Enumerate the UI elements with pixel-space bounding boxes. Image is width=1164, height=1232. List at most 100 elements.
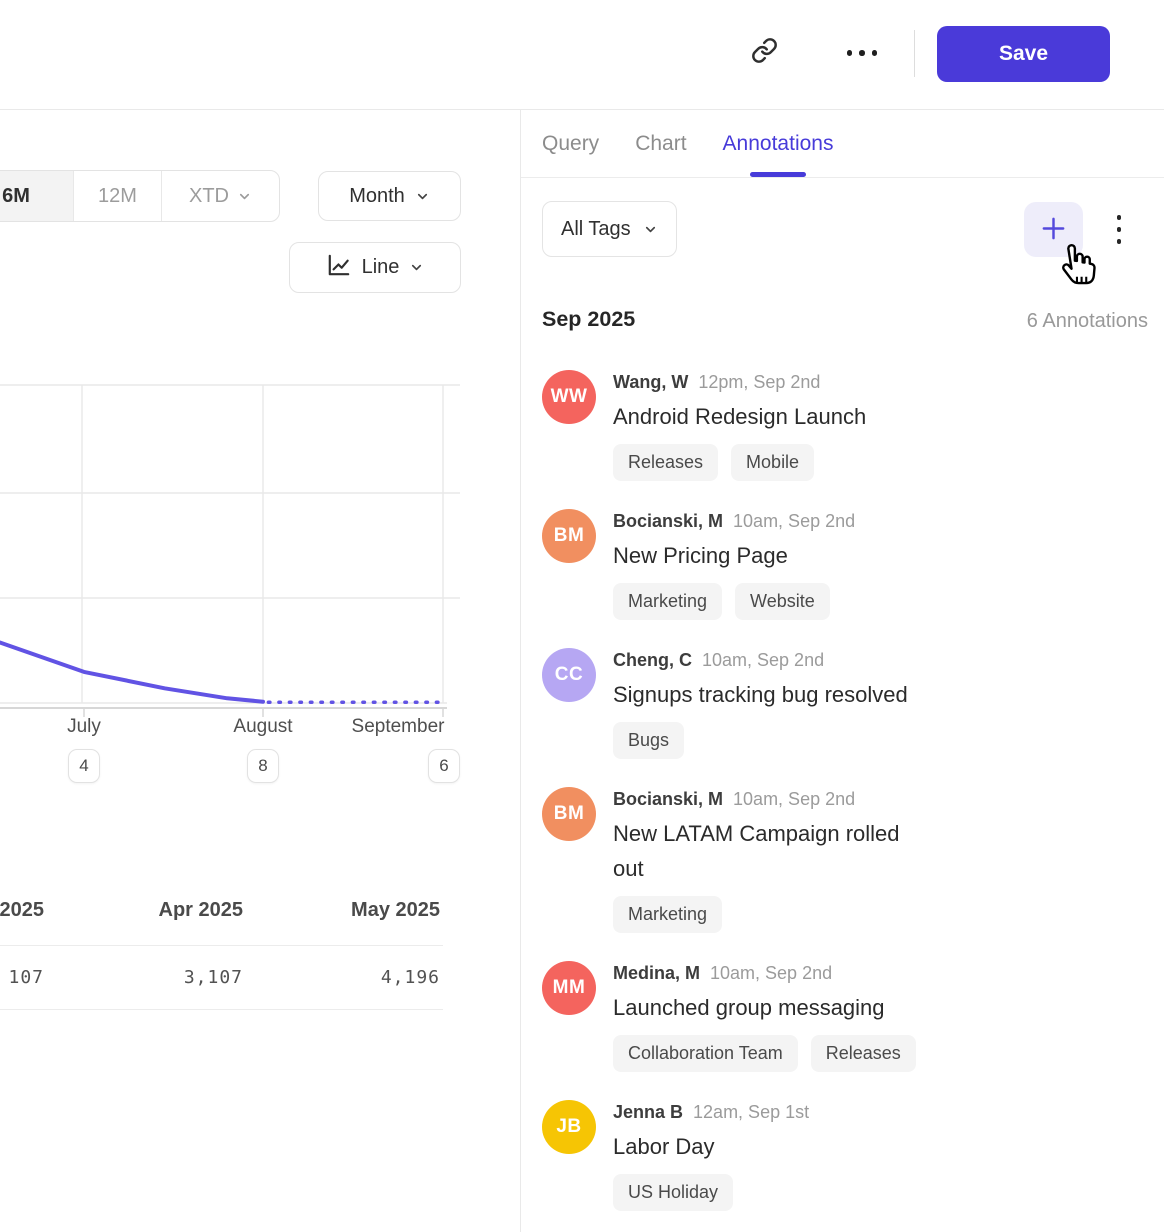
x-tick-september: September bbox=[352, 716, 445, 738]
add-annotation-button[interactable] bbox=[1024, 202, 1083, 257]
series-line-solid bbox=[0, 643, 263, 702]
annotation-author: Bocianski, M bbox=[613, 510, 723, 532]
tab-annotations-label: Annotations bbox=[723, 132, 834, 156]
annotation-count-badge-august[interactable]: 8 bbox=[247, 749, 279, 783]
more-options-button[interactable] bbox=[838, 40, 886, 66]
link-icon bbox=[751, 37, 778, 67]
annotation-title: Labor Day bbox=[613, 1129, 809, 1164]
plus-icon bbox=[1038, 213, 1069, 247]
annotation-tags: US Holiday bbox=[613, 1174, 809, 1211]
results-value: 4,196 bbox=[243, 967, 443, 988]
results-table: 2025 Apr 2025 May 2025 107 3,107 4,196 bbox=[0, 876, 443, 1010]
avatar: BM bbox=[542, 787, 596, 841]
top-bar: Save bbox=[0, 0, 1164, 110]
copy-link-button[interactable] bbox=[745, 33, 783, 71]
results-table-value-row: 107 3,107 4,196 bbox=[0, 946, 443, 1010]
tab-chart-label: Chart bbox=[635, 132, 686, 156]
avatar: WW bbox=[542, 370, 596, 424]
results-table-header-row: 2025 Apr 2025 May 2025 bbox=[0, 876, 443, 946]
tag-chip: Marketing bbox=[613, 583, 722, 620]
annotation-title: New Pricing Page bbox=[613, 538, 855, 573]
annotations-panel: Query Chart Annotations All Tags Sep 202… bbox=[520, 110, 1164, 1232]
avatar: MM bbox=[542, 961, 596, 1015]
annotation-author: Jenna B bbox=[613, 1101, 683, 1123]
tag-chip: US Holiday bbox=[613, 1174, 733, 1211]
panel-menu-button[interactable] bbox=[1106, 202, 1132, 257]
tab-query-label: Query bbox=[542, 132, 599, 156]
annotation-title: Android Redesign Launch bbox=[613, 399, 866, 434]
annotation-timestamp: 10am, Sep 2nd bbox=[710, 962, 832, 984]
date-range-group: 6M 12M XTD bbox=[0, 170, 280, 222]
annotation-author: Cheng, C bbox=[613, 649, 692, 671]
tab-query[interactable]: Query bbox=[542, 110, 599, 177]
annotation-author: Medina, M bbox=[613, 962, 700, 984]
annotation-item[interactable]: MM Medina, M 10am, Sep 2nd Launched group… bbox=[542, 961, 1154, 1072]
topbar-divider bbox=[914, 30, 915, 77]
chevron-down-icon bbox=[643, 222, 658, 237]
tag-chip: Mobile bbox=[731, 444, 814, 481]
avatar: CC bbox=[542, 648, 596, 702]
tag-chip: Releases bbox=[811, 1035, 916, 1072]
results-col-header: 2025 bbox=[0, 899, 44, 922]
x-tick-july: July bbox=[67, 716, 101, 738]
avatar: JB bbox=[542, 1100, 596, 1154]
tag-chip: Marketing bbox=[613, 896, 722, 933]
annotation-title: New LATAM Campaign rolled out bbox=[613, 816, 925, 886]
tag-filter-dropdown[interactable]: All Tags bbox=[542, 201, 677, 257]
avatar-initials: BM bbox=[554, 525, 585, 547]
trend-chart bbox=[0, 380, 470, 725]
annotation-tags: Bugs bbox=[613, 722, 908, 759]
kebab-icon bbox=[1117, 215, 1122, 220]
annotation-timestamp: 12pm, Sep 2nd bbox=[698, 371, 820, 393]
chevron-down-icon bbox=[409, 260, 424, 275]
annotation-count-badge-september[interactable]: 6 bbox=[428, 749, 460, 783]
chart-type-dropdown[interactable]: Line bbox=[289, 242, 461, 293]
range-12m-button[interactable]: 12M bbox=[73, 171, 161, 221]
chart-gridlines bbox=[0, 385, 460, 703]
results-value: 3,107 bbox=[44, 967, 243, 988]
annotation-count: 6 Annotations bbox=[1027, 310, 1148, 333]
ellipsis-icon bbox=[847, 50, 878, 56]
annotation-tags: Marketing Website bbox=[613, 583, 855, 620]
annotation-timestamp: 10am, Sep 2nd bbox=[733, 788, 855, 810]
avatar-initials: JB bbox=[556, 1116, 581, 1138]
results-value: 107 bbox=[0, 967, 44, 988]
active-tab-underline bbox=[750, 172, 806, 177]
annotation-item[interactable]: BM Bocianski, M10am, Sep 2nd New LATAM C… bbox=[542, 787, 1154, 933]
annotation-group-header: Sep 2025 bbox=[542, 307, 635, 332]
avatar: BM bbox=[542, 509, 596, 563]
tag-chip: Releases bbox=[613, 444, 718, 481]
annotation-tags: Marketing bbox=[613, 896, 925, 933]
annotation-timestamp: 12am, Sep 1st bbox=[693, 1101, 809, 1123]
avatar-initials: MM bbox=[553, 977, 586, 999]
chevron-down-icon bbox=[415, 189, 430, 204]
chart-type-label: Line bbox=[362, 256, 400, 279]
tab-chart[interactable]: Chart bbox=[635, 110, 686, 177]
tab-annotations[interactable]: Annotations bbox=[723, 110, 834, 177]
annotation-item[interactable]: WW Wang, W 12pm, Sep 2nd Android Redesign… bbox=[542, 370, 1154, 481]
chevron-down-icon bbox=[237, 189, 252, 204]
annotation-author: Wang, W bbox=[613, 371, 688, 393]
results-col-header: May 2025 bbox=[243, 899, 443, 922]
annotation-item[interactable]: CC Cheng, C10am, Sep 2nd Signups trackin… bbox=[542, 648, 1154, 759]
annotation-timestamp: 10am, Sep 2nd bbox=[733, 510, 855, 532]
annotation-title: Signups tracking bug resolved bbox=[613, 677, 908, 712]
annotation-count-badge-july[interactable]: 4 bbox=[68, 749, 100, 783]
annotation-title: Launched group messaging bbox=[613, 990, 916, 1025]
x-tick-august: August bbox=[233, 716, 292, 738]
range-xtd-label: XTD bbox=[189, 185, 229, 208]
annotation-tags: Releases Mobile bbox=[613, 444, 866, 481]
granularity-label: Month bbox=[349, 185, 405, 208]
range-xtd-dropdown[interactable]: XTD bbox=[161, 171, 279, 221]
annotation-tags: Collaboration Team Releases bbox=[613, 1035, 916, 1072]
results-col-header: Apr 2025 bbox=[44, 899, 243, 922]
avatar-initials: BM bbox=[554, 803, 585, 825]
granularity-dropdown[interactable]: Month bbox=[318, 171, 461, 221]
annotation-item[interactable]: BM Bocianski, M 10am, Sep 2nd New Pricing… bbox=[542, 509, 1154, 620]
panel-tabs: Query Chart Annotations bbox=[521, 110, 1164, 178]
annotation-item[interactable]: JB Jenna B 12am, Sep 1st Labor Day US Hol… bbox=[542, 1100, 1154, 1211]
tag-chip: Website bbox=[735, 583, 830, 620]
save-button[interactable]: Save bbox=[937, 26, 1110, 82]
range-6m-button[interactable]: 6M bbox=[0, 171, 73, 221]
avatar-initials: WW bbox=[551, 386, 588, 408]
